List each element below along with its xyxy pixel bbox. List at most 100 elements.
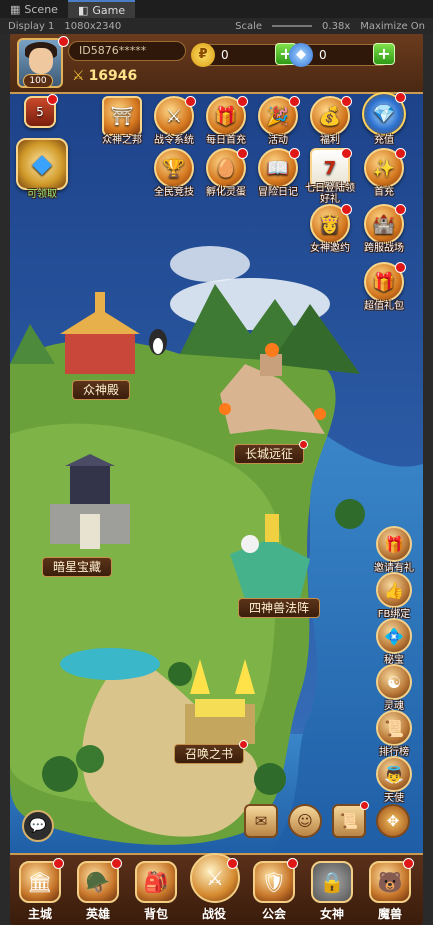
events-button[interactable]: 🎉 活动 — [254, 96, 302, 146]
angel-icon: 👼 — [376, 756, 412, 792]
map-label-beast-array[interactable]: 四神兽法阵 — [238, 598, 321, 618]
pantheon-realm-label: 众神之邦 — [102, 135, 142, 146]
expand-arrows-icon: ✥ — [386, 812, 400, 830]
seven-day-login-button[interactable]: 7 七日登陆领好礼 — [305, 148, 355, 205]
display-select[interactable]: Display 1 — [8, 21, 54, 32]
chat-bubble-icon: 💬 — [29, 818, 47, 834]
resolution-select[interactable]: 1080x2340 — [64, 21, 121, 32]
events-dot — [289, 96, 300, 107]
backpack-icon: 🎒 — [135, 861, 177, 903]
secret-treasure-button[interactable]: 💠 秘宝 — [372, 618, 416, 666]
invite-reward-button[interactable]: 🎁 邀请有礼 — [372, 526, 416, 574]
map-label-summon-book[interactable]: 召唤之书 — [174, 740, 249, 764]
map-label-great-wall[interactable]: 长城远征 — [234, 440, 309, 464]
battle-pass-button[interactable]: ⚔ 战令系统 — [150, 96, 198, 146]
mail-icon: ✉ — [254, 812, 268, 830]
gem-shop-button[interactable]: ◆ 可领取 — [14, 138, 70, 200]
cross-server-dot — [395, 204, 406, 215]
battle-pass-dot — [185, 96, 196, 107]
nav-guild[interactable]: 🛡 公会 — [250, 858, 298, 922]
nav-campaign[interactable]: ⚔ 战役 — [190, 853, 240, 922]
goddess-invite-label: 女神邀约 — [310, 243, 350, 254]
pantheon-name: 众神殿 — [83, 383, 120, 397]
gem-shop-label: 可领取 — [27, 189, 57, 200]
map-label-pantheon[interactable]: 众神殿 — [72, 380, 131, 400]
chat-button[interactable]: 💬 — [22, 810, 54, 842]
cross-server-button[interactable]: 🏰 跨服战场 — [360, 204, 408, 254]
value-pack-button[interactable]: 🎁 超值礼包 — [360, 262, 408, 312]
nav-heroes[interactable]: 🪖 英雄 — [74, 858, 122, 922]
soul-icon: ☯ — [376, 664, 412, 700]
lock-icon: 🔒 — [311, 861, 353, 903]
beast-array-name: 四神兽法阵 — [249, 601, 310, 615]
scale-slider[interactable] — [272, 25, 313, 27]
add-diamond-button[interactable]: + — [373, 43, 395, 65]
thumbs-up-icon: 👍 — [376, 572, 412, 608]
leaderboard-button[interactable]: 📜 排行榜 — [372, 710, 416, 758]
nav-main-city[interactable]: 🏛 主城 — [16, 858, 64, 922]
diamond-icon: ◆ — [289, 43, 313, 67]
game-viewport: 100 ID5876***** ⚔ 16946 ₽ 0 + ◆ 0 + 5 ◆ … — [10, 34, 423, 925]
arena-button[interactable]: 🏆 全民竞技 — [150, 148, 198, 198]
hatch-egg-button[interactable]: 🥚 孵化灵蛋 — [202, 148, 250, 198]
tab-game[interactable]: ◧ Game — [67, 0, 136, 18]
great-wall-name: 长城远征 — [245, 447, 294, 461]
dark-treasure-name: 暗星宝藏 — [53, 560, 102, 574]
fb-bind-button[interactable]: 👍 FB绑定 — [372, 572, 416, 620]
scroll-icon: 📜 — [376, 710, 412, 746]
grid-icon: ▦ — [10, 2, 21, 16]
tab-game-label: Game — [92, 3, 126, 17]
editor-toolbar: Display 1 1080x2340 Scale 0.38x Maximize… — [0, 18, 433, 34]
angel-button[interactable]: 👼 天使 — [372, 756, 416, 804]
mail-button[interactable]: ✉ — [244, 804, 278, 838]
combat-power: ⚔ 16946 — [72, 68, 137, 84]
nav-warcraft-dot — [403, 858, 414, 869]
task-button[interactable]: 📜 — [332, 801, 369, 838]
trophy-icon: 🏆 — [154, 148, 194, 188]
welfare-button[interactable]: 💰 福利 — [306, 96, 354, 146]
task-dot — [360, 801, 369, 810]
avatar-face — [29, 48, 53, 74]
crossed-swords-icon: ⚔ — [72, 68, 85, 84]
daily-first-recharge-label: 每日首充 — [206, 135, 246, 146]
first-recharge-button[interactable]: ✨ 首充 — [360, 148, 408, 198]
goddess-invite-dot — [341, 204, 352, 215]
angel-label: 天使 — [384, 793, 404, 804]
recharge-button[interactable]: 💎 充值 — [360, 92, 408, 146]
editor-tab-bar: ▦ Scene ◧ Game — [0, 0, 433, 18]
pantheon-realm-button[interactable]: ⛩ 众神之邦 — [98, 96, 146, 146]
expand-menu-button[interactable]: ✥ — [376, 804, 410, 838]
tab-scene[interactable]: ▦ Scene — [0, 0, 68, 18]
nav-heroes-label: 英雄 — [85, 907, 110, 921]
nav-backpack[interactable]: 🎒 背包 — [132, 861, 180, 922]
goddess-invite-button[interactable]: 👸 女神邀约 — [306, 204, 354, 254]
nav-main-city-dot — [53, 858, 64, 869]
maximize-toggle[interactable]: Maximize On — [360, 21, 425, 32]
value-pack-dot — [395, 262, 406, 273]
map-label-dark-treasure[interactable]: 暗星宝藏 — [42, 557, 113, 577]
recharge-dot — [395, 92, 406, 103]
scale-label: Scale — [235, 20, 263, 32]
daily-first-recharge-dot — [237, 96, 248, 107]
seven-day-login-label: 七日登陆领好礼 — [305, 183, 355, 205]
nav-warcraft[interactable]: 🐻 魔兽 — [366, 858, 414, 922]
first-recharge-label: 首充 — [374, 187, 394, 198]
battle-pass-label: 战令系统 — [154, 135, 194, 146]
nav-main-city-label: 主城 — [27, 907, 52, 921]
treasure-chest-icon: 🎁 — [376, 526, 412, 562]
adventure-diary-button[interactable]: 📖 冒险日记 — [254, 148, 302, 198]
vip-dot — [47, 94, 58, 105]
first-recharge-dot — [395, 148, 406, 159]
nav-warcraft-label: 魔兽 — [377, 907, 402, 921]
nav-goddess[interactable]: 🔒 女神 — [308, 861, 356, 922]
vip-badge[interactable]: 5 — [16, 94, 64, 128]
pantheon-icon: ⛩ — [102, 96, 142, 136]
soul-button[interactable]: ☯ 灵魂 — [372, 664, 416, 712]
summon-book-dot — [239, 740, 249, 749]
daily-first-recharge-button[interactable]: 🎁 每日首充 — [202, 96, 250, 146]
nav-backpack-label: 背包 — [143, 907, 168, 921]
gold-value: 0 — [221, 48, 229, 62]
seven-day-login-dot — [341, 148, 352, 159]
scale-value: 0.38x — [322, 20, 351, 32]
friends-button[interactable]: ☺ — [288, 804, 322, 838]
